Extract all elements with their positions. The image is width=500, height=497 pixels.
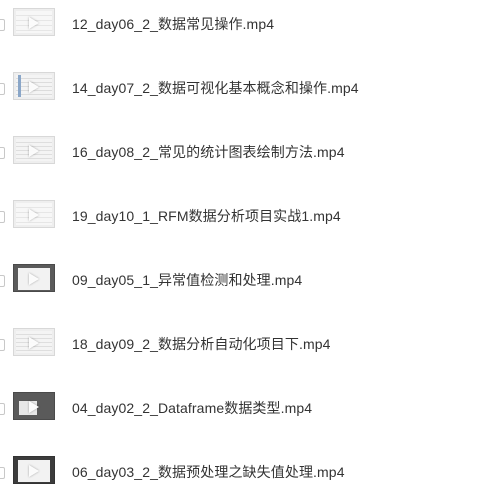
play-icon	[29, 273, 39, 285]
file-row[interactable]: 04_day02_2_Dataframe数据类型.mp4	[0, 389, 500, 433]
video-thumbnail[interactable]	[13, 392, 55, 420]
video-thumbnail[interactable]	[13, 136, 55, 164]
play-icon	[29, 209, 39, 221]
row-checkbox[interactable]	[0, 403, 5, 415]
row-checkbox[interactable]	[0, 147, 5, 159]
video-thumbnail[interactable]	[13, 8, 55, 36]
row-checkbox[interactable]	[0, 339, 5, 351]
file-name[interactable]: 19_day10_1_RFM数据分析项目实战1.mp4	[72, 206, 341, 226]
file-row[interactable]: 09_day05_1_异常值检测和处理.mp4	[0, 261, 500, 305]
video-thumbnail[interactable]	[13, 328, 55, 356]
video-thumbnail[interactable]	[13, 72, 55, 100]
play-icon	[29, 465, 39, 477]
play-icon	[29, 81, 39, 93]
file-row[interactable]: 18_day09_2_数据分析自动化项目下.mp4	[0, 325, 500, 369]
file-row[interactable]: 12_day06_2_数据常见操作.mp4	[0, 5, 500, 49]
video-thumbnail[interactable]	[13, 264, 55, 292]
file-list: 12_day06_2_数据常见操作.mp4 14_day07_2_数据可视化基本…	[0, 0, 500, 485]
file-name[interactable]: 06_day03_2_数据预处理之缺失值处理.mp4	[72, 462, 345, 482]
row-checkbox[interactable]	[0, 211, 5, 223]
video-thumbnail[interactable]	[13, 200, 55, 228]
video-thumbnail[interactable]	[13, 456, 55, 484]
row-checkbox[interactable]	[0, 83, 5, 95]
file-name[interactable]: 12_day06_2_数据常见操作.mp4	[72, 14, 274, 34]
file-row[interactable]: 14_day07_2_数据可视化基本概念和操作.mp4	[0, 69, 500, 113]
play-icon	[29, 401, 39, 413]
row-checkbox[interactable]	[0, 467, 5, 479]
file-name[interactable]: 16_day08_2_常见的统计图表绘制方法.mp4	[72, 142, 345, 162]
file-row[interactable]: 19_day10_1_RFM数据分析项目实战1.mp4	[0, 197, 500, 241]
file-name[interactable]: 14_day07_2_数据可视化基本概念和操作.mp4	[72, 78, 359, 98]
row-checkbox[interactable]	[0, 19, 5, 31]
file-name[interactable]: 18_day09_2_数据分析自动化项目下.mp4	[72, 334, 331, 354]
play-icon	[29, 17, 39, 29]
row-checkbox[interactable]	[0, 275, 5, 287]
file-row[interactable]: 16_day08_2_常见的统计图表绘制方法.mp4	[0, 133, 500, 177]
play-icon	[29, 145, 39, 157]
file-name[interactable]: 04_day02_2_Dataframe数据类型.mp4	[72, 398, 312, 418]
file-name[interactable]: 09_day05_1_异常值检测和处理.mp4	[72, 270, 302, 290]
play-icon	[29, 337, 39, 349]
file-row[interactable]: 06_day03_2_数据预处理之缺失值处理.mp4	[0, 453, 500, 497]
